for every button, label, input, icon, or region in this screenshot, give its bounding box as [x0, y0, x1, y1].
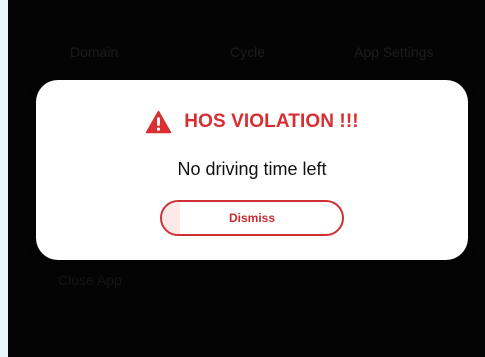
dismiss-button-label: Dismiss: [228, 211, 276, 225]
warning-triangle-icon: [146, 110, 172, 134]
app-screen: Domain Cycle App Settings Close App HOS …: [8, 0, 485, 357]
hos-violation-dialog: HOS VIOLATION !!! No driving time left D…: [36, 80, 468, 260]
dialog-title: HOS VIOLATION !!!: [184, 111, 359, 132]
dialog-title-row: HOS VIOLATION !!!: [36, 109, 468, 135]
dismiss-button[interactable]: Dismiss: [160, 200, 344, 236]
dialog-message: No driving time left: [177, 159, 327, 179]
button-press-indicator: [162, 202, 180, 234]
